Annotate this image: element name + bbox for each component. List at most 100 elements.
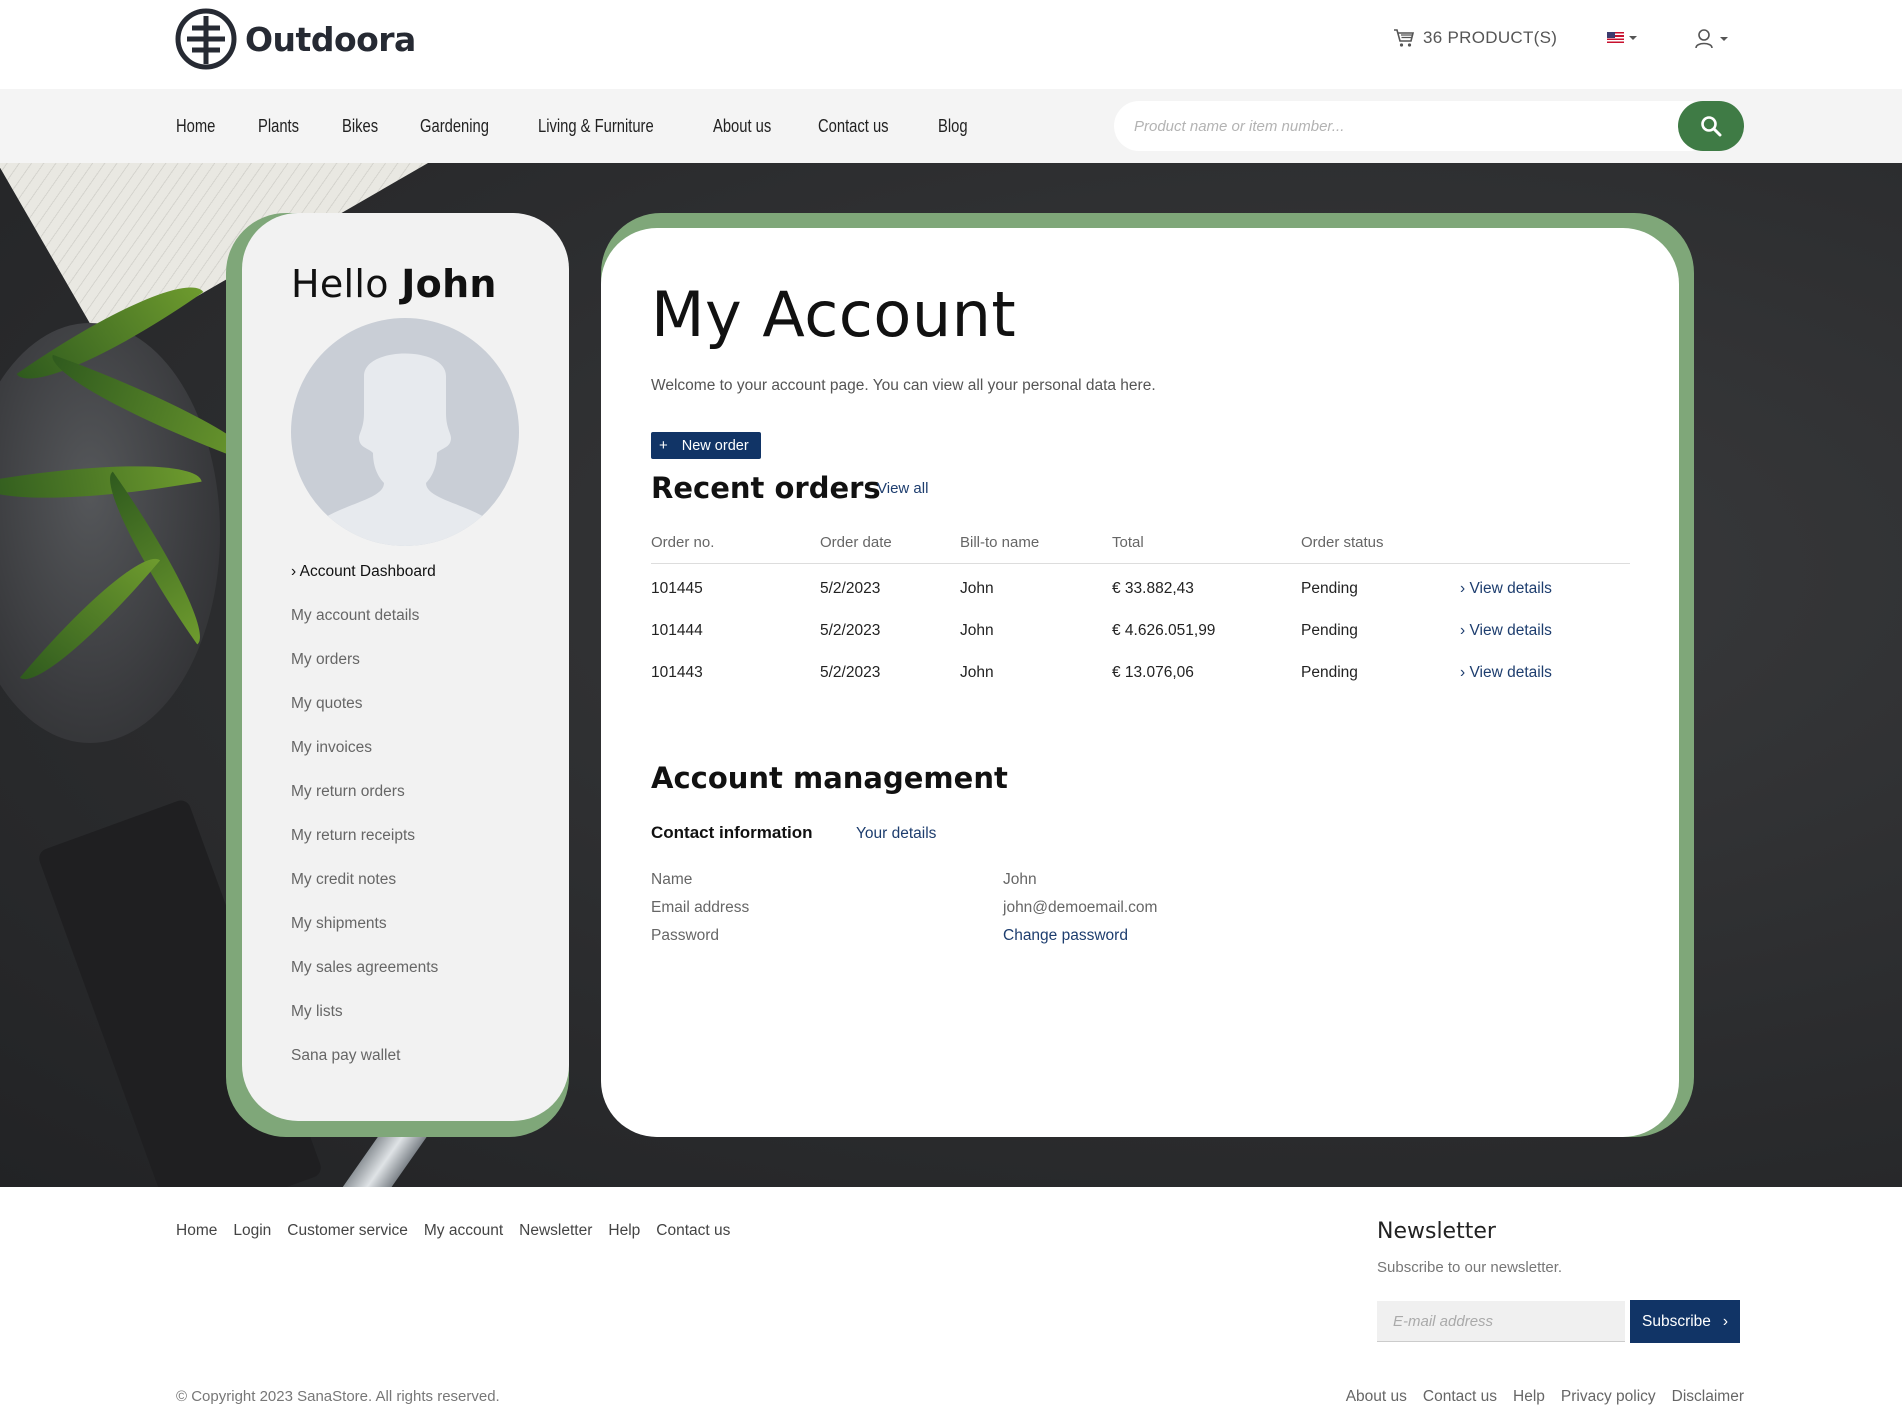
us-flag-icon [1607,32,1624,43]
footer-link-login[interactable]: Login [233,1222,271,1240]
plus-icon: + [659,437,668,454]
newsletter-title: Newsletter [1377,1219,1496,1244]
footer-link-help[interactable]: Help [608,1222,640,1240]
brand-logo[interactable]: Outdoora [175,8,416,70]
new-order-label: New order [681,437,749,454]
column-header-order-no: Order no. [651,534,715,551]
legal-links: About us Contact us Help Privacy policy … [1330,1388,1744,1406]
language-selector[interactable] [1607,32,1637,43]
sidebar-item-invoices[interactable]: My invoices [291,737,438,781]
change-password-link[interactable]: Change password [1003,927,1128,945]
column-header-bill-to-name: Bill-to name [960,534,1040,551]
view-all-orders-link[interactable]: View all [877,480,928,497]
legal-link-about-us[interactable]: About us [1346,1388,1407,1406]
tree-logo-icon [175,8,237,70]
footer-links: Home Login Customer service My account N… [176,1222,746,1240]
cart-icon [1394,29,1415,47]
subscribe-label: Subscribe [1642,1312,1711,1330]
footer-link-home[interactable]: Home [176,1222,217,1240]
sidebar-item-sana-pay-wallet[interactable]: Sana pay wallet [291,1045,438,1089]
info-value: John [1003,871,1037,888]
info-row-password: Password Change password [651,927,1251,955]
newsletter-email-input[interactable] [1377,1301,1625,1342]
order-date: 5/2/2023 [820,621,881,639]
search-icon [1701,116,1722,137]
account-menu[interactable] [1695,28,1728,50]
table-header-row: Order no. Order date Bill-to name Total … [651,530,1630,564]
greeting-text: Hello [291,262,389,306]
bill-to-name: John [960,663,994,681]
your-details-link[interactable]: Your details [856,825,936,843]
chevron-down-icon [1629,35,1637,40]
user-name: John [401,262,497,306]
new-order-button[interactable]: + New order [651,432,761,459]
order-date: 5/2/2023 [820,579,881,597]
sidebar-item-sales-agreements[interactable]: My sales agreements [291,957,438,1001]
greeting: Hello John [291,262,497,306]
copyright-text: © Copyright 2023 SanaStore. All rights r… [176,1388,500,1405]
nav-item-gardening[interactable]: Gardening [420,116,489,137]
sidebar-item-return-receipts[interactable]: My return receipts [291,825,438,869]
legal-link-disclaimer[interactable]: Disclaimer [1672,1388,1744,1406]
search-bar [1114,101,1744,151]
nav-menu: Home Plants Bikes Gardening Living & Fur… [176,89,1008,163]
table-row: 101444 5/2/2023 John € 4.626.051,99 Pend… [651,609,1630,651]
nav-item-contact-us[interactable]: Contact us [818,116,889,137]
order-number: 101445 [651,579,703,597]
legal-link-privacy-policy[interactable]: Privacy policy [1561,1388,1656,1406]
chevron-down-icon [1720,37,1728,41]
order-date: 5/2/2023 [820,663,881,681]
legal-link-help[interactable]: Help [1513,1388,1545,1406]
view-details-link[interactable]: › View details [1460,622,1552,640]
order-total: € 33.882,43 [1112,579,1194,597]
search-button[interactable] [1678,101,1744,151]
info-label: Name [651,871,693,888]
sidebar-item-orders[interactable]: My orders [291,649,438,693]
account-sidebar-menu: › Account Dashboard My account details M… [291,561,438,1089]
bill-to-name: John [960,621,994,639]
nav-item-home[interactable]: Home [176,116,215,137]
bill-to-name: John [960,579,994,597]
contact-info-list: Name John Email address john@demoemail.c… [651,871,1251,955]
sidebar-item-account-details[interactable]: My account details [291,605,438,649]
footer-link-contact-us[interactable]: Contact us [656,1222,730,1240]
subscribe-button[interactable]: Subscribe › [1630,1300,1740,1343]
table-row: 101445 5/2/2023 John € 33.882,43 Pending… [651,567,1630,609]
sidebar-item-quotes[interactable]: My quotes [291,693,438,737]
legal-link-contact-us[interactable]: Contact us [1423,1388,1497,1406]
top-header: Outdoora 36 PRODUCT(S) [0,0,1902,89]
newsletter-subtitle: Subscribe to our newsletter. [1377,1259,1563,1276]
order-number: 101444 [651,621,703,639]
nav-item-living-furniture[interactable]: Living & Furniture [538,116,654,137]
column-header-total: Total [1112,534,1144,551]
nav-item-about-us[interactable]: About us [713,116,771,137]
cart-summary[interactable]: 36 PRODUCT(S) [1393,28,1557,48]
info-label: Email address [651,899,750,916]
column-header-order-status: Order status [1301,534,1384,551]
sidebar-item-lists[interactable]: My lists [291,1001,438,1045]
main-navigation: Home Plants Bikes Gardening Living & Fur… [0,89,1902,163]
footer-link-my-account[interactable]: My account [424,1222,503,1240]
user-icon [1695,29,1713,49]
order-number: 101443 [651,663,703,681]
view-details-link[interactable]: › View details [1460,664,1552,682]
avatar [291,318,519,546]
nav-item-bikes[interactable]: Bikes [342,116,378,137]
info-label: Password [651,927,720,944]
sidebar-item-return-orders[interactable]: My return orders [291,781,438,825]
view-details-link[interactable]: › View details [1460,580,1552,598]
sidebar-item-credit-notes[interactable]: My credit notes [291,869,438,913]
welcome-text: Welcome to your account page. You can vi… [651,377,1156,394]
nav-item-blog[interactable]: Blog [938,116,968,137]
footer-link-newsletter[interactable]: Newsletter [519,1222,592,1240]
nav-item-plants[interactable]: Plants [258,116,299,137]
sidebar-item-account-dashboard[interactable]: › Account Dashboard [291,561,438,605]
search-input[interactable] [1114,101,1714,151]
recent-orders-table: Order no. Order date Bill-to name Total … [651,530,1630,693]
order-total: € 13.076,06 [1112,663,1194,681]
chevron-right-icon: › [1722,1312,1728,1330]
sidebar-item-shipments[interactable]: My shipments [291,913,438,957]
info-value: john@demoemail.com [1003,899,1158,916]
footer: Home Login Customer service My account N… [0,1187,1902,1422]
footer-link-customer-service[interactable]: Customer service [287,1222,408,1240]
